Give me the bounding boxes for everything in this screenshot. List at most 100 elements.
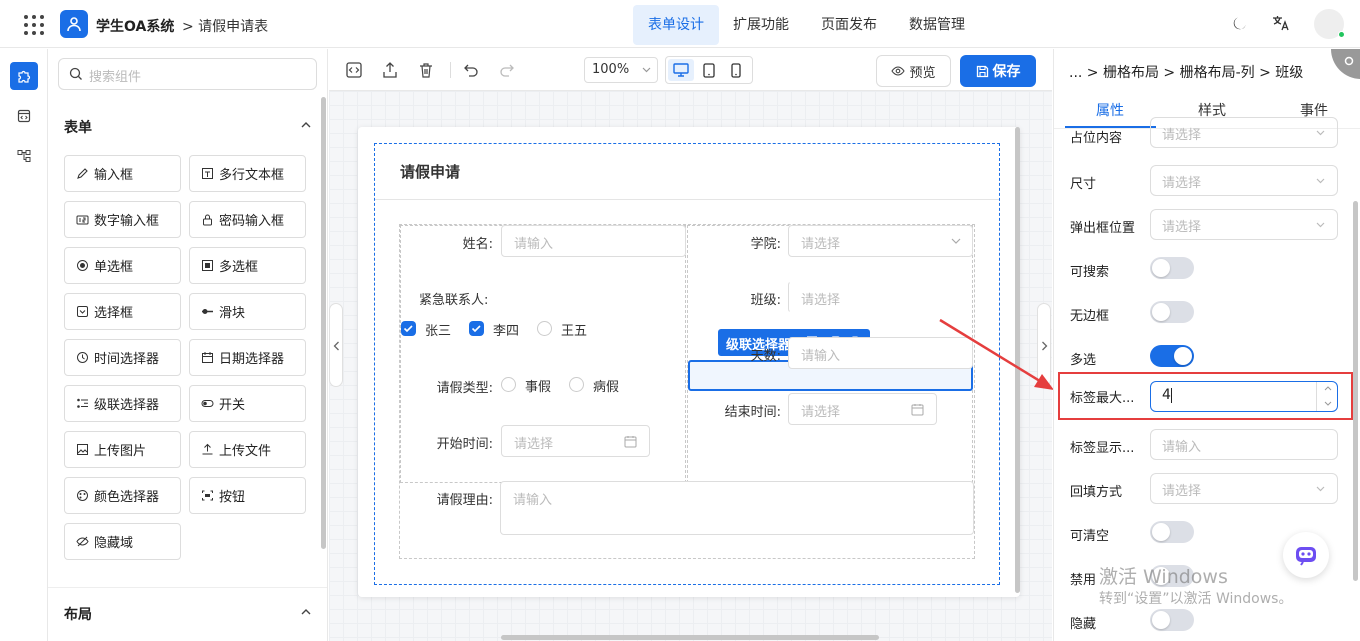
component-upload-button[interactable]: 上传文件 (189, 431, 306, 468)
college-select[interactable]: 请选择 (788, 225, 973, 257)
cascader-icon (77, 398, 88, 408)
component-scrollbar[interactable] (321, 97, 326, 549)
apps-grid-icon[interactable] (24, 15, 44, 35)
code-icon[interactable] (345, 61, 363, 79)
chevron-down-icon[interactable] (1324, 401, 1332, 406)
chevron-down-icon (951, 238, 961, 244)
code-block-icon[interactable] (10, 102, 38, 130)
contact-checkbox-2[interactable] (469, 321, 484, 336)
preview-button[interactable]: 预览 (876, 55, 951, 87)
component-label: 上传图片 (94, 444, 147, 459)
prop-select[interactable]: 请选择 (1150, 117, 1338, 148)
component-label: 级联选择器 (94, 398, 160, 413)
prop-label: 尺寸 (1070, 177, 1097, 192)
chevron-up-icon[interactable] (301, 607, 311, 617)
undo-icon[interactable] (462, 61, 480, 79)
component-clock-button[interactable]: 时间选择器 (64, 339, 181, 376)
nav-tab-data[interactable]: 数据管理 (901, 5, 973, 45)
nav-tab-publish[interactable]: 页面发布 (813, 5, 885, 45)
prop-label: 禁用 (1070, 573, 1097, 588)
end-time-label: 结束时间: (724, 405, 781, 420)
prop-toggle[interactable] (1150, 609, 1194, 631)
reason-label: 请假理由: (436, 493, 493, 508)
redo-icon[interactable] (498, 61, 516, 79)
component-eye-off-button[interactable]: 隐藏域 (64, 523, 181, 560)
component-label: 单选框 (94, 260, 134, 275)
prop-toggle[interactable] (1150, 521, 1194, 543)
tab-properties[interactable]: 属性 (1064, 100, 1156, 120)
component-palette-button[interactable]: 颜色选择器 (64, 477, 181, 514)
component-lock-button[interactable]: 密码输入框 (189, 201, 306, 238)
component-label: 多选框 (219, 260, 259, 275)
tree-structure-icon[interactable] (10, 142, 38, 170)
prop-toggle[interactable] (1150, 345, 1194, 367)
prop-toggle[interactable] (1150, 301, 1194, 323)
contact-option-2: 李四 (493, 324, 520, 339)
component-cascader-button[interactable]: 级联选择器 (64, 385, 181, 422)
class-cascader[interactable]: 请选择 (788, 281, 973, 313)
export-icon[interactable] (381, 61, 399, 79)
translate-icon[interactable] (1272, 15, 1290, 33)
slider-icon (202, 309, 213, 314)
component-search-input[interactable]: 搜索组件 (58, 58, 317, 90)
prop-toggle[interactable] (1150, 257, 1194, 279)
checkbox-icon (202, 260, 213, 271)
component-select-button[interactable]: 选择框 (64, 293, 181, 330)
end-time-input[interactable]: 请选择 (788, 393, 937, 425)
component-checkbox-button[interactable]: 多选框 (189, 247, 306, 284)
user-avatar[interactable] (1314, 9, 1345, 39)
chevron-up-icon[interactable] (301, 120, 311, 130)
mobile-icon[interactable] (731, 63, 741, 78)
trash-icon[interactable] (417, 61, 435, 79)
component-edit-button[interactable]: 输入框 (64, 155, 181, 192)
chevron-down-icon (1316, 486, 1325, 492)
prop-select[interactable]: 请选择 (1150, 473, 1338, 504)
calendar-icon (624, 436, 637, 448)
desktop-icon[interactable] (668, 59, 694, 81)
leave-type-radio-2[interactable] (569, 377, 584, 392)
start-time-input[interactable]: 请选择 (501, 425, 650, 457)
prop-label: 回填方式 (1070, 485, 1123, 500)
component-radio-button[interactable]: 单选框 (64, 247, 181, 284)
prop-input[interactable]: 请输入 (1150, 429, 1338, 460)
section-layout-title[interactable]: 布局 (64, 604, 92, 624)
properties-scrollbar[interactable] (1353, 201, 1358, 581)
component-slider-button[interactable]: 滑块 (189, 293, 306, 330)
zoom-select[interactable]: 100% (584, 57, 658, 83)
component-textarea-button[interactable]: 多行文本框 (189, 155, 306, 192)
search-icon (69, 67, 82, 80)
component-toggle-button[interactable]: 开关 (189, 385, 306, 422)
breadcrumb[interactable]: > 请假申请表 (182, 16, 268, 36)
nav-tab-form-design[interactable]: 表单设计 (633, 5, 719, 45)
tablet-icon[interactable] (703, 63, 715, 78)
component-button-button[interactable]: 按钮 (189, 477, 306, 514)
max-tag-count-input[interactable]: 4 (1150, 381, 1338, 412)
contact-checkbox-1[interactable] (401, 321, 416, 336)
collapse-left-handle[interactable] (329, 303, 343, 387)
prop-select[interactable]: 请选择 (1150, 209, 1338, 240)
chevron-up-icon[interactable] (1324, 386, 1332, 391)
reason-textarea[interactable]: 请输入 (500, 481, 974, 535)
leave-type-radio-1[interactable] (501, 377, 516, 392)
save-button[interactable]: 保存 (960, 55, 1036, 87)
puzzle-icon[interactable] (10, 62, 38, 90)
component-label: 上传文件 (219, 444, 272, 459)
properties-breadcrumb[interactable]: ... > 栅格布局 > 栅格布局-列 > 班级 (1069, 62, 1303, 82)
button-icon (202, 490, 213, 501)
name-input[interactable]: 请输入 (501, 225, 686, 257)
section-form-title[interactable]: 表单 (64, 117, 92, 137)
component-label: 日期选择器 (219, 352, 285, 367)
assistant-bot-button[interactable] (1283, 532, 1329, 578)
number-stepper[interactable] (1316, 382, 1338, 411)
nav-tab-extensions[interactable]: 扩展功能 (725, 5, 797, 45)
corner-badge[interactable] (1331, 49, 1360, 79)
component-calendar-button[interactable]: 日期选择器 (189, 339, 306, 376)
prop-select[interactable]: 请选择 (1150, 165, 1338, 196)
moon-icon[interactable] (1232, 15, 1250, 33)
radio-icon (77, 260, 88, 271)
annotation-arrow-icon (939, 318, 1054, 390)
component-number-button[interactable]: 数字输入框 (64, 201, 181, 238)
component-image-button[interactable]: 上传图片 (64, 431, 181, 468)
canvas-horizontal-scrollbar[interactable] (501, 635, 879, 640)
contact-checkbox-3[interactable] (537, 321, 552, 336)
